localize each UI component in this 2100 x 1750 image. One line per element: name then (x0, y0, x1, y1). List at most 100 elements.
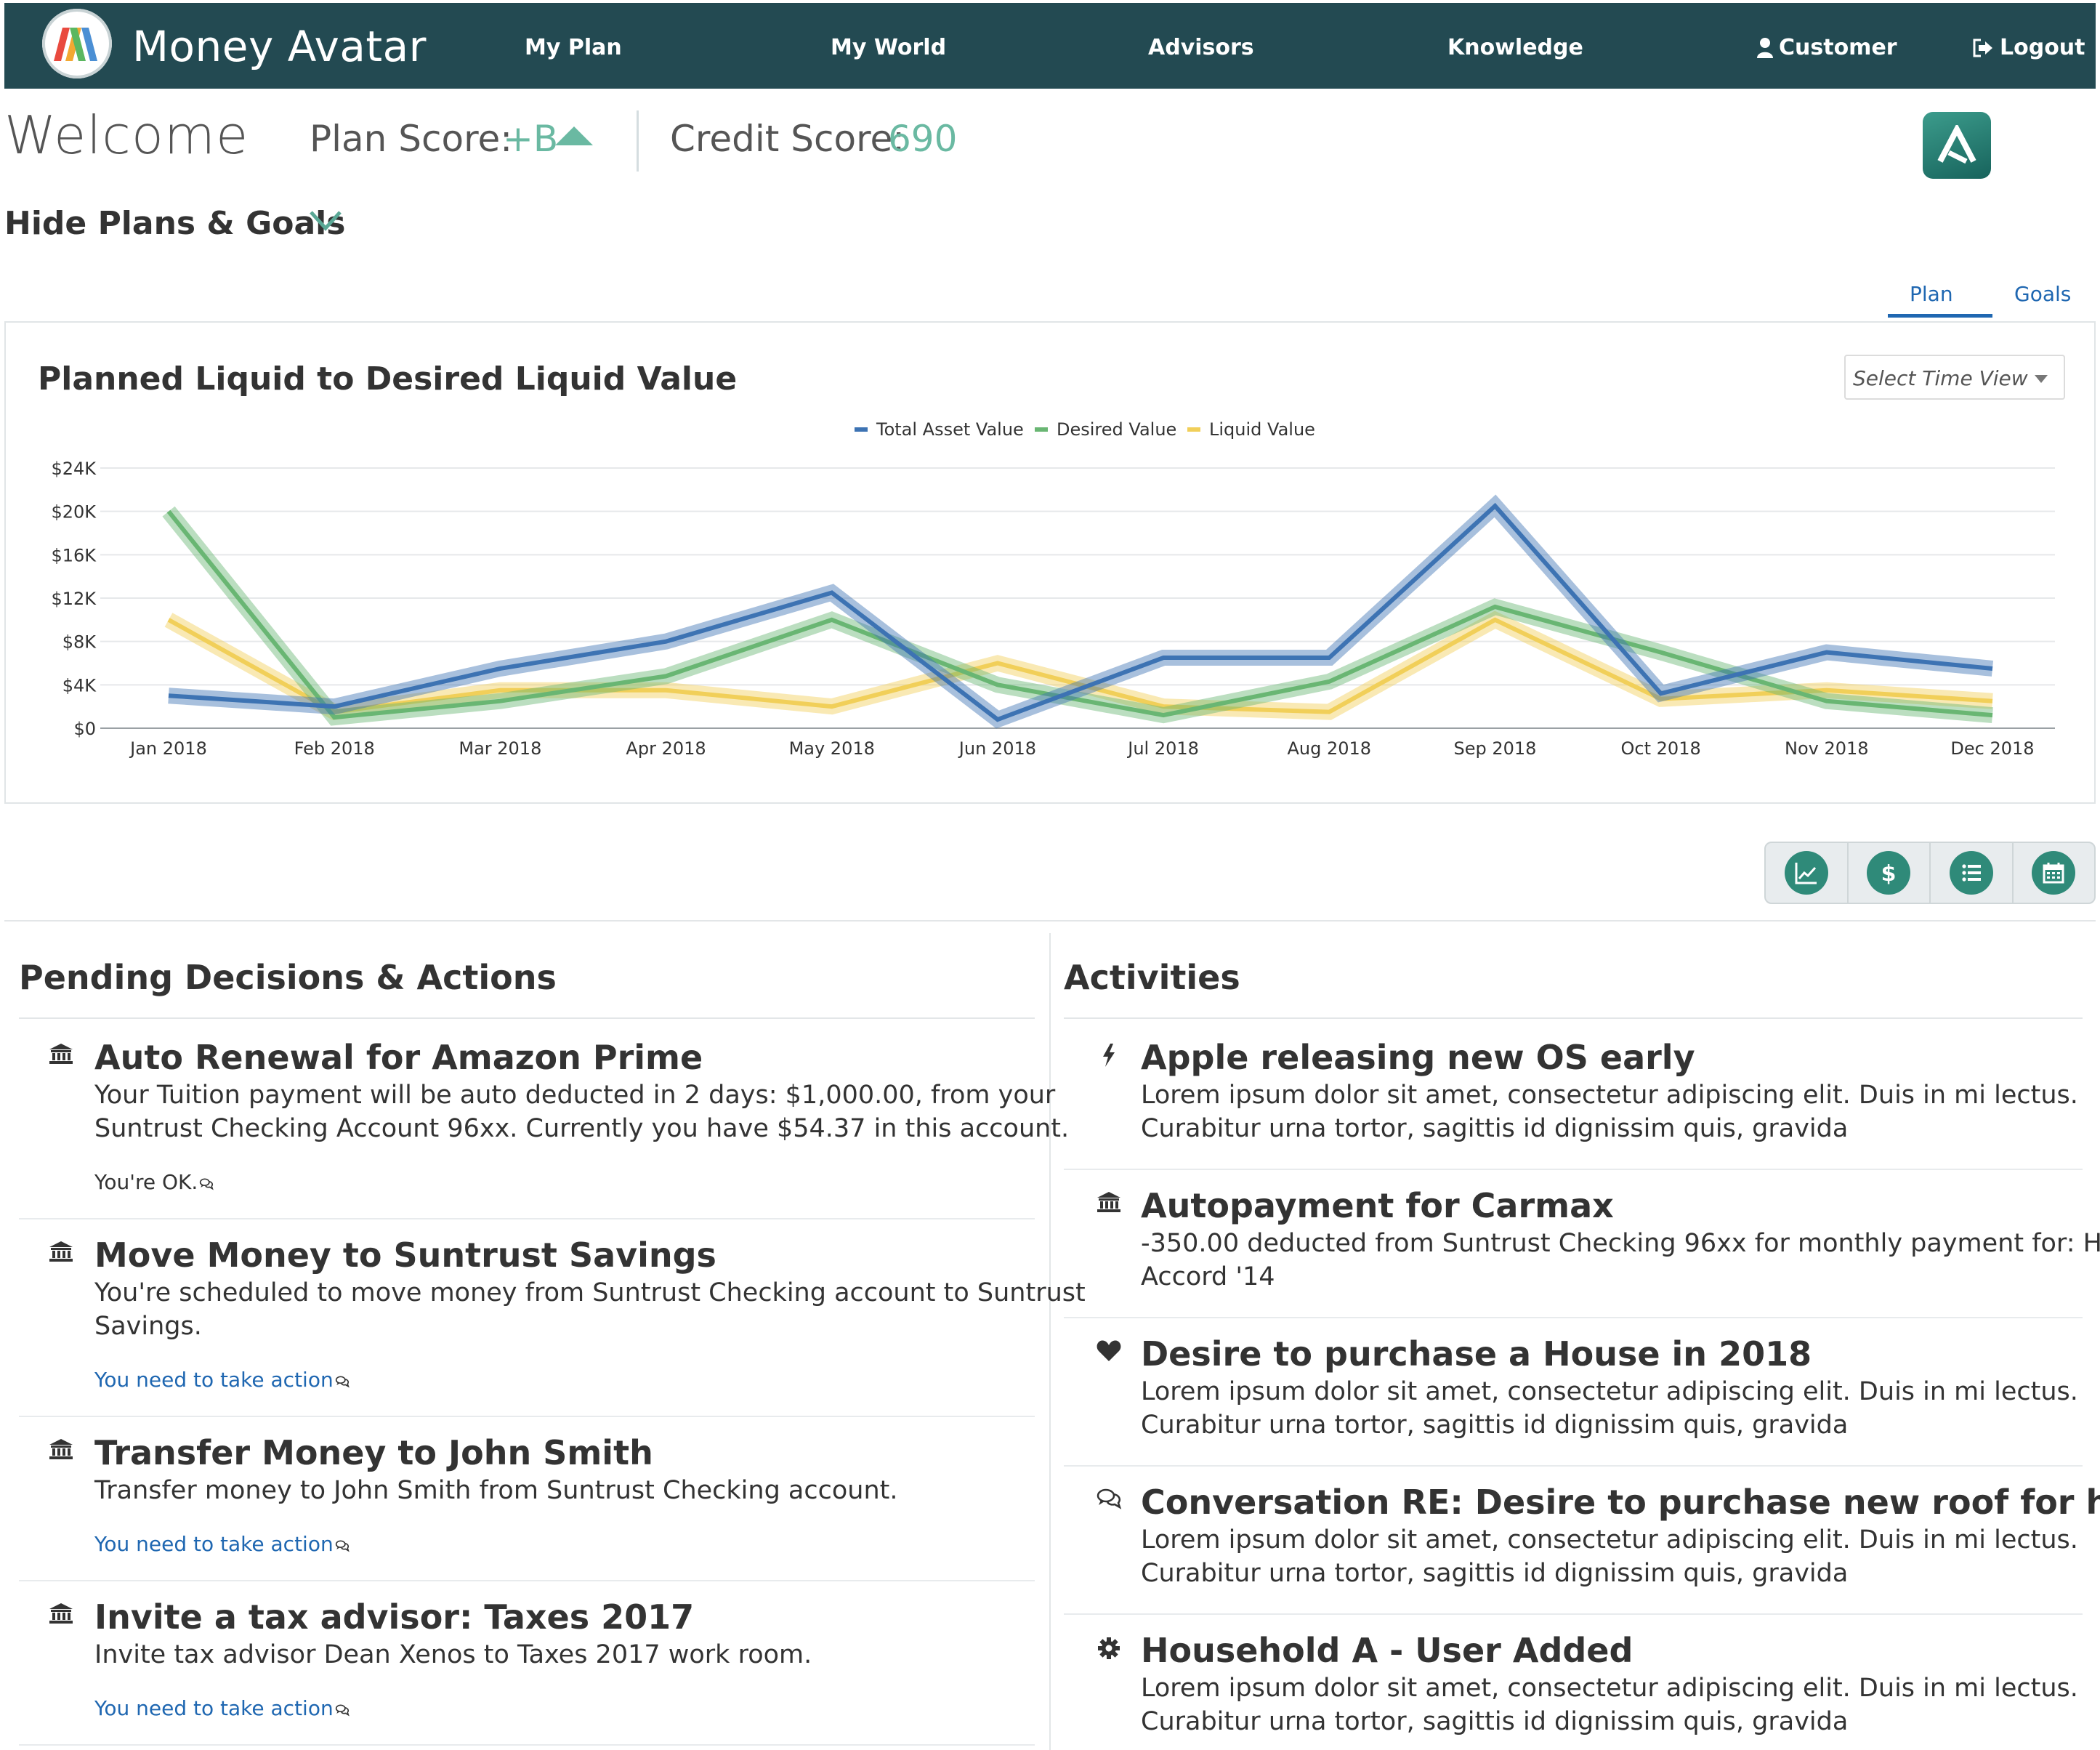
dollar-view-button[interactable]: $ (1849, 843, 1931, 903)
credit-score-value: 690 (888, 118, 958, 160)
item-title[interactable]: Household A - User Added (1141, 1631, 1633, 1670)
y-tick-label: $8K (62, 632, 97, 653)
tab-active-indicator (1888, 314, 1992, 318)
item-divider (19, 1744, 1035, 1746)
section-divider (4, 920, 2096, 922)
legend-swatch (1187, 427, 1200, 432)
gear-icon (1096, 1635, 1125, 1664)
status-text: You're OK. (94, 1170, 198, 1194)
chevron-down-icon[interactable] (308, 208, 343, 233)
nav-knowledge[interactable]: Knowledge (1447, 35, 1583, 60)
tab-goals[interactable]: Goals (2014, 282, 2071, 306)
x-tick-label: Feb 2018 (294, 738, 375, 759)
hide-plans-goals-toggle[interactable]: Hide Plans & Goals (4, 205, 345, 242)
calendar-view-button[interactable] (2014, 843, 2095, 903)
caret-down-icon (2035, 375, 2048, 383)
item-description-line: Accord '14 (1141, 1262, 1275, 1291)
heart-icon (1096, 1339, 1125, 1368)
time-view-select[interactable]: Select Time View (1844, 355, 2065, 400)
legend-label: Total Asset Value (876, 419, 1024, 440)
item-description-line: Lorem ipsum dolor sit amet, consectetur … (1141, 1377, 2078, 1406)
item-description-line: Suntrust Checking Account 96xx. Currentl… (94, 1114, 1070, 1143)
nav-customer[interactable]: Customer (1757, 35, 1897, 60)
item-title[interactable]: Transfer Money to John Smith (94, 1433, 653, 1472)
item-description-line: Savings. (94, 1312, 202, 1341)
activities-title: Activities (1064, 958, 1240, 997)
chart-line-icon (1795, 863, 1817, 884)
logout-icon (1973, 39, 1992, 57)
bank-icon (48, 1240, 77, 1269)
brand-name[interactable]: Money Avatar (132, 22, 427, 71)
x-tick-label: Sep 2018 (1453, 738, 1536, 759)
top-navbar: Money Avatar My Plan My World Advisors K… (4, 3, 2096, 89)
take-action-link[interactable]: You need to take action (94, 1368, 350, 1392)
item-title[interactable]: Desire to purchase a House in 2018 (1141, 1334, 1812, 1374)
svg-text:$: $ (1881, 861, 1897, 886)
status-text: You need to take action (94, 1368, 334, 1392)
x-tick-label: May 2018 (789, 738, 875, 759)
score-up-arrow-icon (555, 126, 593, 145)
item-description-line: You're scheduled to move money from Sunt… (94, 1278, 1086, 1307)
logout-label: Logout (2000, 35, 2085, 60)
advisor-app-icon[interactable] (1923, 112, 1991, 179)
legend-swatch (855, 427, 868, 432)
list-icon (1962, 864, 1981, 882)
bank-icon (48, 1438, 77, 1467)
status-ok-text: You're OK. (94, 1170, 214, 1194)
money-avatar-logo-icon[interactable] (42, 9, 112, 78)
item-title[interactable]: Conversation RE: Desire to purchase new … (1141, 1483, 2100, 1522)
take-action-link[interactable]: You need to take action (94, 1696, 350, 1720)
nav-advisors[interactable]: Advisors (1148, 35, 1254, 60)
nav-my-world[interactable]: My World (831, 35, 946, 60)
item-description-line: Transfer money to John Smith from Suntru… (94, 1476, 898, 1505)
comment-icon[interactable] (334, 1532, 350, 1556)
status-text: You need to take action (94, 1696, 334, 1720)
list-view-button[interactable] (1931, 843, 2014, 903)
nav-logout[interactable]: Logout (1972, 35, 2085, 60)
item-title[interactable]: Autopayment for Carmax (1141, 1186, 1614, 1225)
status-text: You need to take action (94, 1532, 334, 1556)
comment-icon[interactable] (334, 1368, 350, 1392)
item-divider (1064, 1465, 2083, 1467)
x-tick-label: Aug 2018 (1287, 738, 1371, 759)
item-title[interactable]: Invite a tax advisor: Taxes 2017 (94, 1597, 694, 1637)
welcome-heading: Welcome (4, 105, 249, 166)
bank-icon (48, 1602, 77, 1631)
comment-icon[interactable] (198, 1170, 214, 1194)
item-title[interactable]: Apple releasing new OS early (1141, 1038, 1695, 1077)
legend-label: Liquid Value (1209, 419, 1315, 440)
x-tick-label: Jan 2018 (129, 738, 207, 759)
item-divider (1064, 1169, 2083, 1170)
item-title[interactable]: Auto Renewal for Amazon Prime (94, 1038, 703, 1077)
pending-title-rule (19, 1017, 1035, 1019)
user-icon (1757, 37, 1773, 58)
pending-title: Pending Decisions & Actions (19, 958, 557, 997)
item-divider (19, 1580, 1035, 1581)
item-description-line: Lorem ipsum dolor sit amet, consectetur … (1141, 1081, 2078, 1110)
item-description-line: Curabitur urna tortor, sagittis id digni… (1141, 1707, 1849, 1736)
item-description-line: Invite tax advisor Dean Xenos to Taxes 2… (94, 1640, 812, 1669)
item-description-line: Curabitur urna tortor, sagittis id digni… (1141, 1559, 1849, 1588)
plan-score-value: +B (503, 118, 559, 160)
item-title[interactable]: Move Money to Suntrust Savings (94, 1235, 716, 1275)
y-tick-label: $12K (51, 589, 97, 609)
x-tick-label: Jul 2018 (1126, 738, 1199, 759)
take-action-link[interactable]: You need to take action (94, 1532, 350, 1556)
chart-view-button[interactable] (1766, 843, 1849, 903)
nav-my-plan[interactable]: My Plan (525, 35, 622, 60)
x-tick-label: Jun 2018 (958, 738, 1036, 759)
item-divider (1064, 1317, 2083, 1318)
activities-title-rule (1064, 1017, 2083, 1019)
view-button-group: $ (1764, 842, 2096, 904)
y-tick-label: $24K (51, 459, 97, 479)
item-description-line: -350.00 deducted from Suntrust Checking … (1141, 1229, 2100, 1258)
time-view-placeholder: Select Time View (1853, 366, 2028, 390)
item-description-line: Curabitur urna tortor, sagittis id digni… (1141, 1114, 1849, 1143)
credit-score-label: Credit Score: (670, 118, 905, 160)
calendar-icon (2043, 863, 2064, 884)
y-tick-label: $20K (51, 502, 97, 523)
comment-icon[interactable] (334, 1696, 350, 1720)
bank-icon (1096, 1190, 1125, 1219)
item-divider (1064, 1613, 2083, 1615)
tab-plan[interactable]: Plan (1910, 282, 1953, 306)
